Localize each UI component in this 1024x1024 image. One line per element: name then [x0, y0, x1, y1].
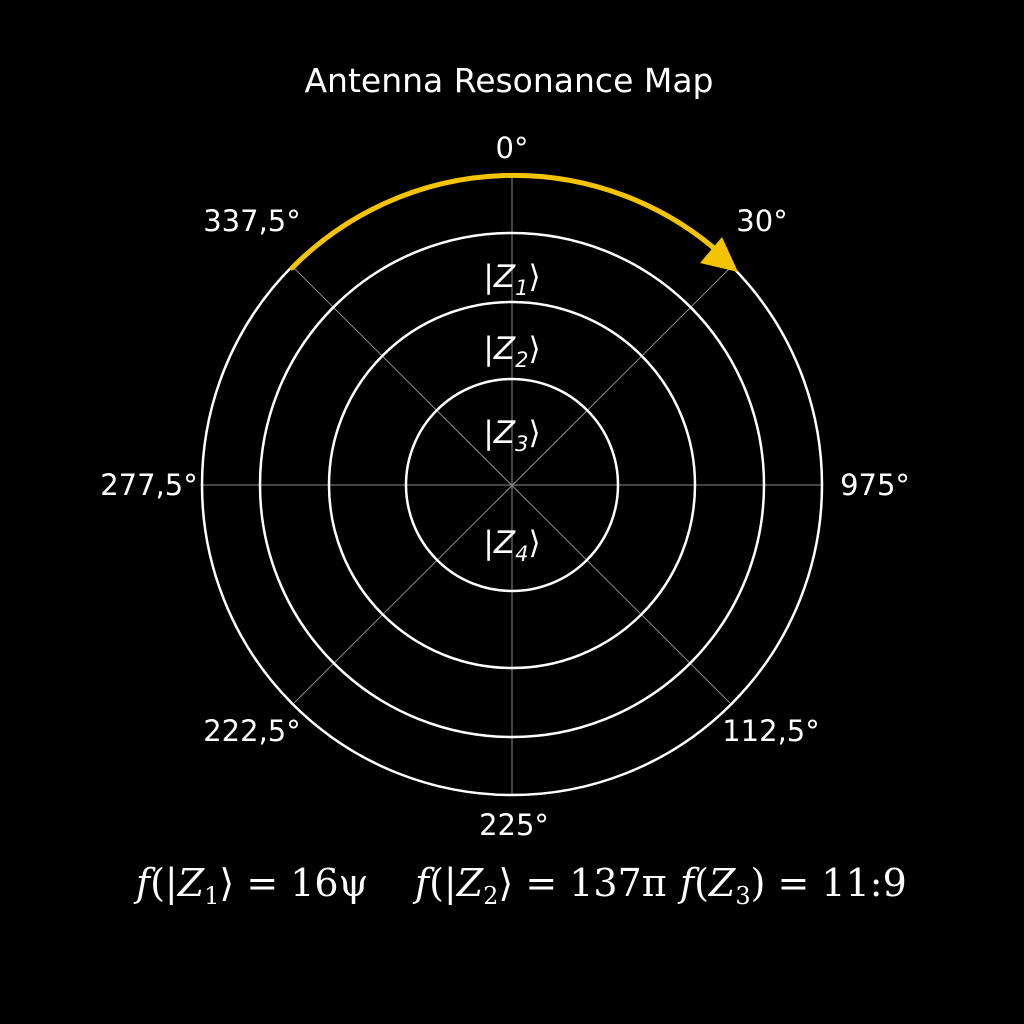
resonance-diagram: Antenna Resonance Map 0° 30° 975° 112,5°… [0, 0, 1024, 1024]
state-label-z4: |Z4⟩ [483, 525, 540, 566]
polar-diagram: Antenna Resonance Map 0° 30° 975° 112,5°… [100, 61, 910, 910]
diagram-title: Antenna Resonance Map [304, 61, 713, 100]
angle-labels: 0° 30° 975° 112,5° 225° 222,5° 277,5° 33… [100, 131, 910, 842]
state-label-z2: |Z2⟩ [483, 331, 540, 372]
angle-label-bottom-right: 112,5° [722, 714, 820, 748]
formula-z3: f(Z3) = 11:9 [677, 861, 907, 910]
angle-label-bottom: 225° [479, 808, 549, 842]
angle-label-right: 975° [840, 468, 910, 502]
angle-label-top: 0° [496, 131, 529, 165]
state-label-z1: |Z1⟩ [483, 259, 540, 300]
state-label-z3: |Z3⟩ [483, 415, 540, 456]
formula-z1: f(|Z1⟩ = 16ψ [133, 861, 368, 910]
angle-label-bottom-left: 222,5° [203, 714, 301, 748]
angle-label-left: 277,5° [100, 468, 198, 502]
angle-label-top-right: 30° [736, 204, 787, 238]
formula-z2: f(|Z2⟩ = 137π [412, 861, 667, 910]
angle-label-top-left: 337,5° [203, 204, 301, 238]
formula-row: f(|Z1⟩ = 16ψ f(|Z2⟩ = 137π f(Z3) = 11:9 [133, 861, 907, 910]
accent-arc [289, 172, 725, 271]
